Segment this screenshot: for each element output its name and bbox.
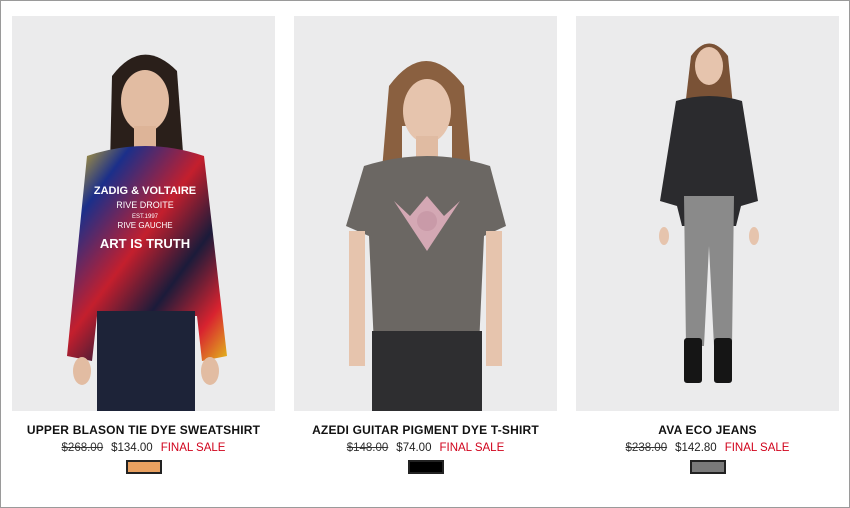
final-sale-label: FINAL SALE	[439, 442, 505, 454]
original-price: $238.00	[625, 442, 668, 454]
color-swatch[interactable]	[125, 460, 162, 474]
product-image-jeans[interactable]	[576, 16, 839, 411]
print-text-line: RIVE DROITE	[116, 200, 174, 210]
print-text-line: ZADIG & VOLTAIRE	[94, 185, 196, 197]
sale-price: $134.00	[111, 442, 153, 454]
product-name[interactable]: AVA ECO JEANS	[658, 423, 756, 437]
product-name[interactable]: AZEDI GUITAR PIGMENT DYE T-SHIRT	[312, 423, 539, 437]
original-price: $148.00	[346, 442, 389, 454]
product-image-sweatshirt[interactable]: ZADIG & VOLTAIRE RIVE DROITE EST.1997 RI…	[12, 16, 275, 411]
product-card[interactable]: ZADIG & VOLTAIRE RIVE DROITE EST.1997 RI…	[12, 16, 275, 474]
price-row: $148.00 $74.00 FINAL SALE	[347, 442, 505, 454]
original-price: $268.00	[61, 442, 104, 454]
product-grid: ZADIG & VOLTAIRE RIVE DROITE EST.1997 RI…	[12, 16, 839, 474]
product-name[interactable]: UPPER BLASON TIE DYE SWEATSHIRT	[27, 423, 260, 437]
sale-price: $142.80	[675, 442, 717, 454]
color-swatch[interactable]	[689, 460, 726, 474]
product-card[interactable]: AZEDI GUITAR PIGMENT DYE T-SHIRT $148.00…	[294, 16, 557, 474]
product-image-tshirt[interactable]	[294, 16, 557, 411]
color-swatch[interactable]	[407, 460, 444, 474]
sale-price: $74.00	[396, 442, 432, 454]
print-text-line: RIVE GAUCHE	[117, 221, 172, 230]
print-text-line: EST.1997	[132, 214, 159, 220]
product-card[interactable]: AVA ECO JEANS $238.00 $142.80 FINAL SALE	[576, 16, 839, 474]
final-sale-label: FINAL SALE	[160, 442, 226, 454]
price-row: $268.00 $134.00 FINAL SALE	[62, 442, 226, 454]
final-sale-label: FINAL SALE	[724, 442, 790, 454]
print-text-line: ART IS TRUTH	[100, 236, 190, 251]
price-row: $238.00 $142.80 FINAL SALE	[626, 442, 790, 454]
